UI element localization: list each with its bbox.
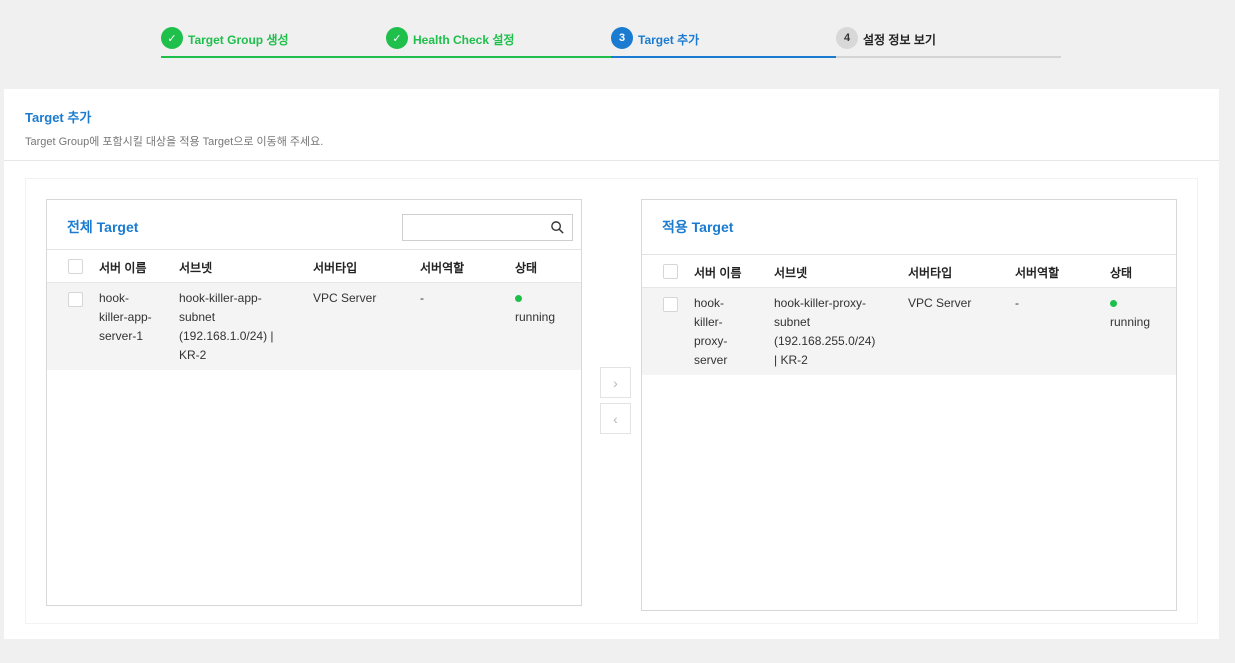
panel-header: 전체 Target — [47, 200, 581, 250]
step-target-group[interactable]: ✓ Target Group 생성 — [161, 26, 386, 58]
step-number: 3 — [611, 27, 633, 49]
step-target-add[interactable]: 3 Target 추가 — [611, 26, 836, 58]
panel-title: 적용 Target — [662, 219, 734, 235]
step-label: 설정 정보 보기 — [863, 33, 936, 47]
server-type: VPC Server — [313, 291, 377, 305]
subnet: hook-killer-proxy- subnet (192.168.255.0… — [774, 296, 876, 367]
table-row[interactable]: hook- killer- proxy- server hook-killer-… — [642, 288, 1176, 375]
step-label: Target 추가 — [638, 33, 700, 47]
row-checkbox[interactable] — [663, 297, 678, 312]
step-label: Target Group 생성 — [188, 33, 289, 47]
table-header: 서버 이름 서브넷 서버타입 서버역할 상태 — [642, 255, 1176, 288]
search-icon[interactable] — [550, 220, 565, 235]
target-add-card: Target 추가 Target Group에 포함시킬 대상을 적용 Targ… — [4, 89, 1219, 639]
all-target-panel: 전체 Target 서버 이름 서브넷 서버타입 서버역할 상태 hook- k… — [46, 199, 582, 606]
check-icon: ✓ — [161, 27, 183, 49]
status-dot-icon — [515, 295, 522, 302]
table-header: 서버 이름 서브넷 서버타입 서버역할 상태 — [47, 250, 581, 283]
status: running — [515, 289, 555, 327]
table-row[interactable]: hook- killer-app- server-1 hook-killer-a… — [47, 283, 581, 370]
server-name: hook- killer- proxy- server — [694, 296, 728, 367]
step-number: 4 — [836, 27, 858, 49]
move-left-button[interactable]: ‹ — [600, 403, 631, 434]
server-role: - — [420, 291, 424, 305]
server-role: - — [1015, 296, 1019, 310]
col-server-role[interactable]: 서버역할 — [1015, 264, 1059, 281]
status-dot-icon — [1110, 300, 1117, 307]
card-description: Target Group에 포함시킬 대상을 적용 Target으로 이동해 주… — [25, 136, 324, 148]
col-server-type[interactable]: 서버타입 — [908, 264, 952, 281]
select-all-checkbox[interactable] — [663, 264, 678, 279]
col-server-role[interactable]: 서버역할 — [420, 259, 464, 276]
col-server-name[interactable]: 서버 이름 — [99, 259, 147, 276]
col-status[interactable]: 상태 — [515, 259, 537, 276]
col-subnet[interactable]: 서브넷 — [179, 259, 212, 276]
search-input[interactable] — [402, 214, 573, 241]
row-checkbox[interactable] — [68, 292, 83, 307]
step-label: Health Check 설정 — [413, 33, 515, 47]
select-all-checkbox[interactable] — [68, 259, 83, 274]
card-title: Target 추가 — [25, 110, 92, 125]
col-server-type[interactable]: 서버타입 — [313, 259, 357, 276]
col-server-name[interactable]: 서버 이름 — [694, 264, 742, 281]
applied-target-panel: 적용 Target 서버 이름 서브넷 서버타입 서버역할 상태 hook- k… — [641, 199, 1177, 611]
status: running — [1110, 294, 1150, 332]
wizard-stepper: ✓ Target Group 생성 ✓ Health Check 설정 3 Ta… — [161, 26, 1061, 58]
step-health-check[interactable]: ✓ Health Check 설정 — [386, 26, 611, 58]
check-icon: ✓ — [386, 27, 408, 49]
step-summary[interactable]: 4 설정 정보 보기 — [836, 26, 1061, 58]
server-type: VPC Server — [908, 296, 972, 310]
panel-title: 전체 Target — [67, 219, 139, 235]
panel-header: 적용 Target — [642, 200, 1176, 255]
server-name: hook- killer-app- server-1 — [99, 291, 152, 343]
col-status[interactable]: 상태 — [1110, 264, 1132, 281]
card-header: Target 추가 Target Group에 포함시킬 대상을 적용 Targ… — [4, 89, 1219, 161]
move-right-button[interactable]: › — [600, 367, 631, 398]
col-subnet[interactable]: 서브넷 — [774, 264, 807, 281]
subnet: hook-killer-app- subnet (192.168.1.0/24)… — [179, 291, 274, 362]
